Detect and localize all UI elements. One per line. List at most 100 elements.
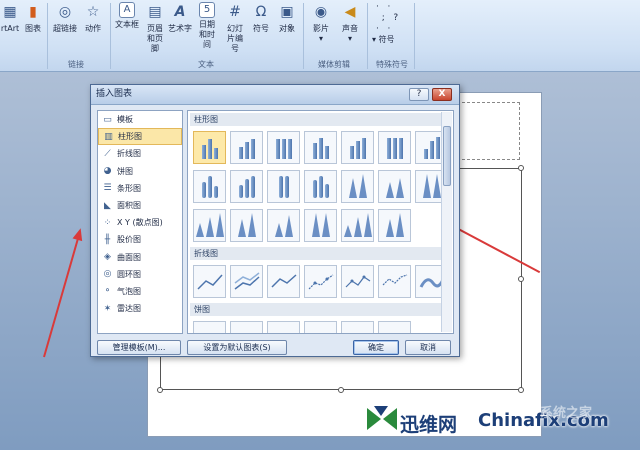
category-bubble[interactable]: ⚬ 气泡图 bbox=[98, 283, 182, 300]
chart-type-pie-of-pie[interactable] bbox=[267, 321, 300, 333]
line-markers-icon bbox=[308, 274, 333, 290]
special-symbol-button[interactable]: · · ; ? · · ▾ 符号 bbox=[372, 2, 412, 45]
watermark-faint: 系统之家 bbox=[540, 406, 593, 421]
chart-type-bar-of-pie[interactable] bbox=[378, 321, 411, 333]
manage-templates-button[interactable]: 管理模板(M)... bbox=[97, 340, 181, 355]
header-footer-button[interactable]: ▤ 页眉和页脚 bbox=[141, 2, 169, 54]
thumb-row bbox=[188, 262, 453, 301]
chart-type-stacked-column[interactable] bbox=[230, 131, 263, 164]
date-time-button[interactable]: 5 日期和时间 bbox=[194, 2, 220, 50]
sound-icon: ◀ bbox=[344, 4, 356, 20]
insert-chart-dialog: 插入图表 ? X ▭ 模板 ▥ 柱形图 ⟋ 折线图 ◕ 饼图 ☰ 条形图 ◣ 面积图 ⁘ X … bbox=[90, 84, 460, 357]
chart-type-clustered-pyramid[interactable] bbox=[230, 209, 263, 242]
sound-button[interactable]: ◀ 声音 ▾ bbox=[337, 2, 363, 44]
cancel-button[interactable]: 取消 bbox=[405, 340, 451, 355]
folder-icon: ▭ bbox=[103, 114, 112, 125]
category-line[interactable]: ⟋ 折线图 bbox=[98, 145, 182, 162]
scrollbar-thumb[interactable] bbox=[443, 126, 451, 186]
line-markers-icon bbox=[345, 275, 370, 288]
category-area[interactable]: ◣ 面积图 bbox=[98, 197, 182, 214]
category-surface[interactable]: ◈ 曲面图 bbox=[98, 249, 182, 266]
chart-type-3d-stacked-column[interactable] bbox=[341, 131, 374, 164]
resize-handle[interactable] bbox=[518, 276, 524, 282]
chart-type-stacked-line-markers[interactable] bbox=[341, 265, 374, 298]
chart-type-stacked-cylinder[interactable] bbox=[230, 170, 263, 203]
thumb-row bbox=[188, 206, 453, 245]
chart-type-3d-pyramid[interactable] bbox=[341, 209, 374, 242]
category-column[interactable]: ▥ 柱形图 bbox=[98, 128, 182, 146]
wordart-button[interactable]: A 艺术字 bbox=[168, 2, 192, 34]
chart-type-100-stacked-column[interactable] bbox=[267, 131, 300, 164]
chevron-down-icon: ▾ bbox=[318, 34, 323, 43]
category-templates[interactable]: ▭ 模板 bbox=[98, 111, 182, 128]
separator bbox=[110, 3, 111, 69]
chart-button[interactable]: ▮ 图表 bbox=[22, 2, 44, 34]
resize-handle[interactable] bbox=[338, 387, 344, 393]
hyperlink-icon: ◎ bbox=[58, 4, 72, 20]
chart-type-100-stacked-pyramid[interactable] bbox=[304, 209, 337, 242]
category-radar[interactable]: ✶ 雷达图 bbox=[98, 300, 182, 317]
object-button[interactable]: ▣ 对象 bbox=[275, 2, 299, 34]
category-stock[interactable]: ╫ 股价图 bbox=[98, 231, 182, 248]
area-chart-icon: ◣ bbox=[104, 200, 111, 211]
chart-type-3d-cone[interactable] bbox=[193, 209, 226, 242]
slide-number-icon: # bbox=[229, 4, 241, 20]
chart-type-100-stacked-line[interactable] bbox=[267, 265, 300, 298]
chart-type-clustered-cylinder[interactable] bbox=[193, 170, 226, 203]
wordart-icon: A bbox=[174, 4, 186, 20]
movie-button[interactable]: ◉ 影片 ▾ bbox=[308, 2, 334, 44]
category-scatter[interactable]: ⁘ X Y (散点图) bbox=[98, 214, 182, 231]
hyperlink-button[interactable]: ◎ 超链接 bbox=[52, 2, 78, 34]
chart-type-3d-clustered-column[interactable] bbox=[304, 131, 337, 164]
action-button[interactable]: ☆ 动作 bbox=[82, 2, 104, 34]
resize-handle[interactable] bbox=[518, 387, 524, 393]
smartart-button[interactable]: ▦ rtArt bbox=[0, 2, 20, 34]
separator bbox=[367, 3, 368, 69]
chart-type-clustered-cone[interactable] bbox=[341, 170, 374, 203]
chart-type-line-markers[interactable] bbox=[304, 265, 337, 298]
chart-type-3d-cylinder[interactable] bbox=[304, 170, 337, 203]
chart-type-3d-pie[interactable] bbox=[230, 321, 263, 333]
chart-type-exploded-pie[interactable] bbox=[304, 321, 337, 333]
group-label-text: 文本 bbox=[198, 60, 214, 69]
resize-handle[interactable] bbox=[157, 387, 163, 393]
slide-number-button[interactable]: # 幻灯片编号 bbox=[222, 2, 248, 54]
symbol-button[interactable]: Ω 符号 bbox=[250, 2, 272, 34]
line-icon bbox=[196, 274, 223, 290]
thumb-row bbox=[188, 167, 453, 206]
gallery-scrollbar[interactable] bbox=[441, 112, 452, 332]
smartart-icon: ▦ bbox=[3, 4, 17, 20]
line-icon bbox=[234, 272, 259, 290]
chart-type-3d-100-stacked-column[interactable] bbox=[378, 131, 411, 164]
chart-type-stacked-line[interactable] bbox=[230, 265, 263, 298]
text-placeholder[interactable] bbox=[452, 102, 520, 160]
chart-type-stacked-cone[interactable] bbox=[378, 170, 411, 203]
chart-type-line[interactable] bbox=[193, 265, 226, 298]
watermark-logo-icon bbox=[367, 406, 397, 430]
close-button[interactable]: X bbox=[432, 88, 452, 101]
dialog-title: 插入图表 bbox=[91, 85, 459, 105]
category-doughnut[interactable]: ◎ 圆环图 bbox=[98, 266, 182, 283]
resize-handle[interactable] bbox=[518, 165, 524, 171]
category-pie[interactable]: ◕ 饼图 bbox=[98, 163, 182, 180]
textbox-button[interactable]: A 文本框 bbox=[114, 2, 140, 30]
chart-type-pie[interactable] bbox=[193, 321, 226, 333]
chart-type-pyramid[interactable] bbox=[378, 209, 411, 242]
stock-chart-icon: ╫ bbox=[104, 234, 111, 245]
section-header-pie: 饼图 bbox=[190, 303, 451, 316]
set-default-chart-button[interactable]: 设置为默认图表(S) bbox=[187, 340, 287, 355]
ok-button[interactable]: 确定 bbox=[353, 340, 399, 355]
chart-category-list: ▭ 模板 ▥ 柱形图 ⟋ 折线图 ◕ 饼图 ☰ 条形图 ◣ 面积图 ⁘ X Y (散点图) ╫… bbox=[97, 110, 183, 334]
category-bar[interactable]: ☰ 条形图 bbox=[98, 180, 182, 197]
group-label-media: 媒体剪辑 bbox=[318, 60, 350, 69]
chart-type-clustered-column[interactable] bbox=[193, 131, 226, 164]
help-button[interactable]: ? bbox=[409, 88, 429, 101]
date-time-icon: 5 bbox=[199, 2, 215, 18]
chart-type-100-stacked-cylinder[interactable] bbox=[267, 170, 300, 203]
chart-type-stacked-pyramid[interactable] bbox=[267, 209, 300, 242]
group-label-links: 链接 bbox=[68, 60, 84, 69]
surface-chart-icon: ◈ bbox=[104, 252, 111, 263]
textbox-icon: A bbox=[119, 2, 135, 18]
chart-type-3d-exploded-pie[interactable] bbox=[341, 321, 374, 333]
chart-type-100-line-markers[interactable] bbox=[378, 265, 411, 298]
